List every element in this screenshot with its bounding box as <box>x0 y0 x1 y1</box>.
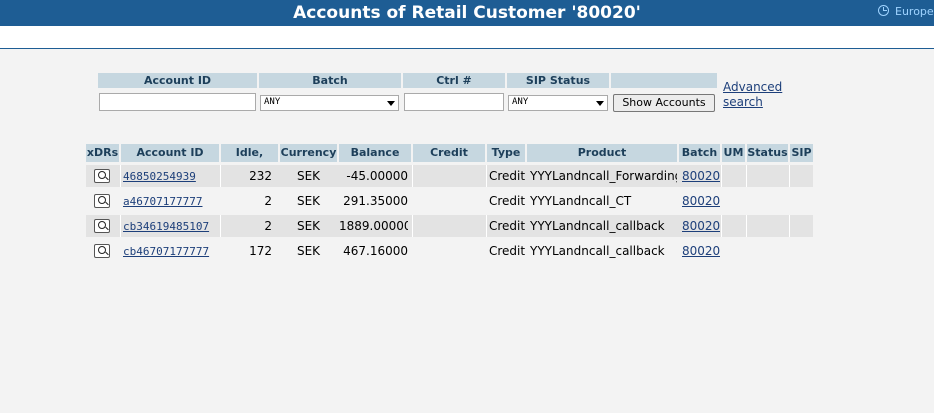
search-header-ctrl: Ctrl # <box>403 73 505 88</box>
cell-divider <box>220 215 221 237</box>
advanced-line-1: Advanced <box>723 80 783 94</box>
batch-link[interactable]: 80020 <box>682 169 720 183</box>
toolbar-band <box>0 26 934 48</box>
col-status[interactable]: Status <box>747 144 788 162</box>
type: Credit <box>489 219 526 233</box>
col-balance[interactable]: Balance <box>339 144 411 162</box>
cell-divider <box>721 215 722 237</box>
type: Credit <box>489 244 526 258</box>
cell-divider <box>120 215 121 237</box>
page-title: Accounts of Retail Customer '80020' <box>293 3 641 23</box>
balance: 467.16000 <box>343 244 408 258</box>
balance: 1889.00000 <box>339 219 408 233</box>
col-sip[interactable]: SIP <box>790 144 813 162</box>
cell-divider <box>789 165 790 187</box>
currency: SEK <box>296 244 321 258</box>
top-bar: Accounts of Retail Customer '80020' Euro… <box>0 0 934 26</box>
xdr-search-icon[interactable] <box>94 219 110 233</box>
currency: SEK <box>296 169 321 183</box>
idle-days: 232 <box>249 169 272 183</box>
type: Credit <box>489 169 526 183</box>
advanced-search-link[interactable]: Advanced search <box>723 80 782 110</box>
col-currency[interactable]: Currency <box>280 144 337 162</box>
col-um[interactable]: UM <box>722 144 745 162</box>
col-batch[interactable]: Batch <box>679 144 720 162</box>
search-header-batch: Batch <box>259 73 401 88</box>
product: YYYLandncall_callback <box>530 219 665 233</box>
account-id-input[interactable] <box>99 93 256 111</box>
cell-divider <box>220 165 221 187</box>
product: YYYLandncall_Forwarding <box>530 169 677 183</box>
balance: -45.00000 <box>346 169 408 183</box>
cell-divider <box>746 215 747 237</box>
cell-divider <box>412 165 413 187</box>
credit-limit <box>413 215 485 237</box>
cell-divider <box>412 215 413 237</box>
type: Credit <box>489 194 526 208</box>
timezone-label: Europe <box>895 5 934 18</box>
batch-select[interactable]: ANY <box>260 95 399 111</box>
product: YYYLandncall_CT <box>530 194 632 208</box>
col-account-id[interactable]: Account ID <box>121 144 219 162</box>
currency: SEK <box>296 194 321 208</box>
product: YYYLandncall_callback <box>530 244 665 258</box>
credit-limit <box>413 240 485 262</box>
chevron-down-icon <box>596 101 604 106</box>
search-header-account-id: Account ID <box>98 73 257 88</box>
balance: 291.35000 <box>343 194 408 208</box>
xdr-search-icon[interactable] <box>94 244 110 258</box>
cell-divider <box>721 165 722 187</box>
account-id-link[interactable]: 46850254939 <box>123 170 196 183</box>
idle-days: 2 <box>264 194 272 208</box>
cell-divider <box>486 215 487 237</box>
account-id-link[interactable]: a46707177777 <box>123 195 202 208</box>
cell-divider <box>120 165 121 187</box>
search-header-sip-status: SIP Status <box>507 73 609 88</box>
show-accounts-button[interactable]: Show Accounts <box>613 94 715 112</box>
batch-link[interactable]: 80020 <box>682 194 720 208</box>
xdr-search-icon[interactable] <box>94 194 110 208</box>
chevron-down-icon <box>387 101 395 106</box>
cell-divider <box>486 165 487 187</box>
account-id-link[interactable]: cb46707177777 <box>123 245 209 258</box>
sip-status-select[interactable]: ANY <box>508 95 608 111</box>
cell-divider <box>746 165 747 187</box>
col-product[interactable]: Product <box>527 144 677 162</box>
col-type[interactable]: Type <box>487 144 525 162</box>
col-xdrs: xDRs <box>86 144 119 162</box>
cell-divider <box>789 215 790 237</box>
col-idle-days[interactable]: Idle, days <box>221 144 278 177</box>
ctrl-input[interactable] <box>404 93 504 111</box>
xdr-search-icon[interactable] <box>94 169 110 183</box>
timezone-link[interactable]: Europe <box>878 5 934 18</box>
account-id-link[interactable]: cb34619485107 <box>123 220 209 233</box>
credit-limit <box>413 165 485 187</box>
idle-days: 2 <box>264 219 272 233</box>
batch-link[interactable]: 80020 <box>682 244 720 258</box>
search-header-blank <box>611 73 717 88</box>
sip-status-select-value: ANY <box>512 97 529 107</box>
idle-days: 172 <box>249 244 272 258</box>
clock-icon <box>878 5 889 16</box>
col-credit-limit[interactable]: Credit Limit <box>413 144 485 177</box>
divider <box>0 48 934 49</box>
batch-select-value: ANY <box>264 97 281 107</box>
batch-link[interactable]: 80020 <box>682 219 720 233</box>
credit-limit <box>413 190 485 212</box>
currency: SEK <box>296 219 321 233</box>
advanced-line-2: search <box>723 95 763 109</box>
